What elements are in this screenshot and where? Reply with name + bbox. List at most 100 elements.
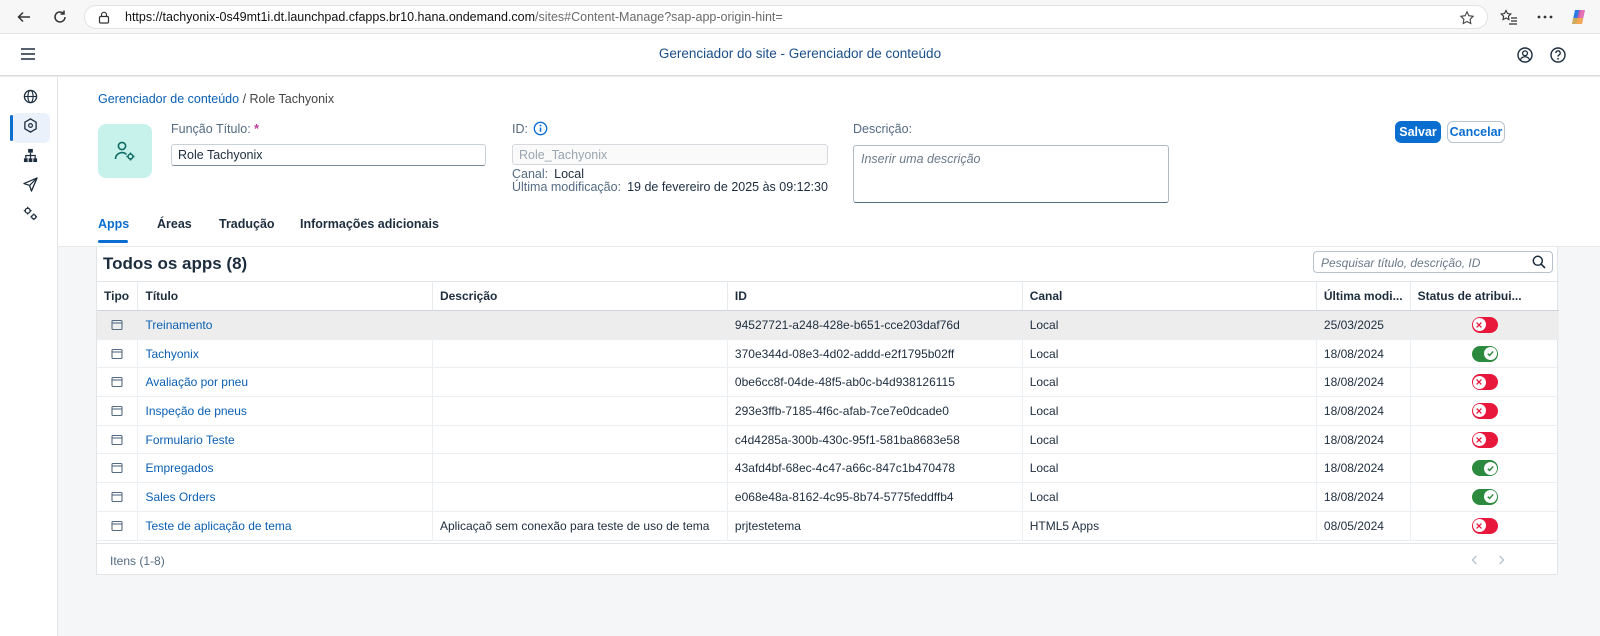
column-header-type[interactable]: Tipo xyxy=(97,281,139,311)
favorites-list-icon[interactable] xyxy=(1500,8,1518,26)
column-header-assignment-status[interactable]: Status de atribui... xyxy=(1410,281,1559,311)
type-cell xyxy=(97,396,139,426)
unassigned-toggle[interactable] xyxy=(1471,374,1498,391)
unassigned-toggle[interactable] xyxy=(1471,431,1498,448)
table-footer: Itens (1-8) xyxy=(97,543,1557,575)
search-input[interactable]: Pesquisar título, descrição, ID xyxy=(1313,251,1553,273)
next-page-icon[interactable] xyxy=(1494,553,1508,567)
tab-apps[interactable]: Apps xyxy=(98,217,129,231)
cross-icon xyxy=(1472,375,1486,389)
app-title-link[interactable]: Empregados xyxy=(137,453,433,484)
app-channel-cell: Local xyxy=(1022,453,1317,484)
title-input[interactable]: Role Tachyonix xyxy=(171,144,486,166)
app-tile-icon xyxy=(104,405,130,417)
assigned-toggle[interactable] xyxy=(1471,345,1498,362)
app-title-link[interactable]: Avaliação por pneu xyxy=(137,367,433,398)
app-channel-cell: Local xyxy=(1022,310,1317,340)
app-id-cell: 0be6cc8f-04de-48f5-ab0c-b4d938126115 xyxy=(727,367,1023,398)
app-description-cell: Aplicaçaõ sem conexão para teste de uso … xyxy=(432,511,728,541)
column-header-channel[interactable]: Canal xyxy=(1022,281,1317,311)
hierarchy-icon[interactable] xyxy=(22,147,38,163)
app-id-cell: 293e3ffb-7185-4f6c-afab-7ce7e0dcade0 xyxy=(727,396,1023,426)
app-channel-cell: Local xyxy=(1022,396,1317,426)
app-channel-cell: Local xyxy=(1022,339,1317,369)
type-cell xyxy=(97,482,139,512)
app-title-link[interactable]: Formulario Teste xyxy=(137,425,433,455)
column-header-last-modified[interactable]: Última modi... xyxy=(1316,281,1411,311)
assigned-toggle[interactable] xyxy=(1471,488,1498,505)
table-row[interactable]: Inspeção de pneus 293e3ffb-7185-4f6c-afab… xyxy=(97,396,1559,426)
table-row[interactable]: Tachyonix 370e344d-08e3-4d02-addd-e2f1795… xyxy=(97,339,1559,369)
globe-icon[interactable] xyxy=(22,88,38,104)
help-icon[interactable] xyxy=(1549,46,1567,64)
apps-table-panel: Todos os apps (8) Pesquisar título, desc… xyxy=(96,247,1559,575)
column-header-title[interactable]: Título xyxy=(137,281,433,311)
title-field-label: Função Título: * xyxy=(171,122,260,136)
tab-additional-info[interactable]: Informações adicionais xyxy=(300,217,439,231)
previous-page-icon[interactable] xyxy=(1468,553,1482,567)
reload-icon[interactable] xyxy=(50,7,70,27)
table-row[interactable]: Teste de aplicação de tema Aplicaçaõ sem … xyxy=(97,511,1559,541)
app-modified-cell: 18/08/2024 xyxy=(1316,339,1411,369)
app-title-link[interactable]: Teste de aplicação de tema xyxy=(137,511,433,541)
column-header-id[interactable]: ID xyxy=(727,281,1023,311)
info-icon[interactable] xyxy=(533,121,548,136)
column-header-description[interactable]: Descrição xyxy=(432,281,728,311)
app-id-cell: prjtestetema xyxy=(727,511,1023,541)
content-manager-icon[interactable] xyxy=(22,117,38,133)
address-bar[interactable]: https://tachyonix-0s49mt1i.dt.launchpad.… xyxy=(84,5,1488,29)
unassigned-toggle[interactable] xyxy=(1471,402,1498,419)
unassigned-toggle[interactable] xyxy=(1471,316,1498,333)
assignment-status-cell xyxy=(1410,367,1559,398)
back-arrow-icon[interactable] xyxy=(14,7,34,27)
table-row[interactable]: Avaliação por pneu 0be6cc8f-04de-48f5-ab0… xyxy=(97,367,1559,398)
table-header-row: Tipo Título Descrição ID Canal Última mo… xyxy=(97,281,1559,311)
table-row[interactable]: Formulario Teste c4d4285a-300b-430c-95f1-… xyxy=(97,425,1559,455)
app-description-cell xyxy=(432,482,728,512)
app-id-cell: e068e48a-8162-4c95-8b74-5775feddffb4 xyxy=(727,482,1023,512)
app-title-link[interactable]: Inspeção de pneus xyxy=(137,396,433,426)
app-title-link[interactable]: Sales Orders xyxy=(137,482,433,512)
app-modified-cell: 18/08/2024 xyxy=(1316,482,1411,512)
required-marker: * xyxy=(254,122,260,136)
more-options-icon[interactable] xyxy=(1536,8,1554,26)
tab-areas[interactable]: Áreas xyxy=(157,217,192,231)
copilot-icon[interactable] xyxy=(1570,8,1588,26)
send-icon[interactable] xyxy=(22,176,38,192)
checkmark-icon xyxy=(1483,347,1497,361)
app-modified-cell: 18/08/2024 xyxy=(1316,367,1411,398)
assigned-toggle[interactable] xyxy=(1471,460,1498,477)
checkmark-icon xyxy=(1483,461,1497,475)
app-title-link[interactable]: Tachyonix xyxy=(137,339,433,369)
table-row[interactable]: Treinamento 94527721-a248-428e-b651-cce20… xyxy=(97,310,1559,340)
channel-value: Local xyxy=(554,167,585,181)
breadcrumb-current: Role Tachyonix xyxy=(249,92,335,106)
app-channel-cell: Local xyxy=(1022,482,1317,512)
id-field-label: ID: xyxy=(512,122,528,136)
assignment-status-cell xyxy=(1410,482,1559,512)
app-description-cell xyxy=(432,425,728,455)
site-info-icon[interactable] xyxy=(97,10,111,24)
browser-toolbar: https://tachyonix-0s49mt1i.dt.launchpad.… xyxy=(0,0,1600,34)
favorite-star-icon[interactable] xyxy=(1459,10,1475,29)
app-title-link[interactable]: Treinamento xyxy=(137,310,433,340)
user-profile-icon[interactable] xyxy=(1516,46,1534,64)
object-header: Gerenciador de conteúdo / Role Tachyonix… xyxy=(58,77,1600,247)
tab-translation[interactable]: Tradução xyxy=(219,217,275,231)
breadcrumb-link-content-manager[interactable]: Gerenciador de conteúdo xyxy=(98,92,239,106)
description-textarea[interactable]: Inserir uma descrição xyxy=(853,145,1169,203)
role-avatar xyxy=(98,124,152,178)
unassigned-toggle[interactable] xyxy=(1471,517,1498,534)
cancel-button[interactable]: Cancelar xyxy=(1447,121,1505,143)
table-row[interactable]: Sales Orders e068e48a-8162-4c95-8b74-5775… xyxy=(97,482,1559,512)
app-tile-icon xyxy=(104,520,130,532)
save-button[interactable]: Salvar xyxy=(1395,121,1441,143)
breadcrumb-separator: / xyxy=(242,92,247,106)
settings-gears-icon[interactable] xyxy=(22,205,38,221)
type-cell xyxy=(97,511,139,541)
table-row[interactable]: Empregados 43afd4bf-68ec-4c47-a66c-847c1b… xyxy=(97,453,1559,484)
breadcrumb: Gerenciador de conteúdo / Role Tachyonix xyxy=(98,92,334,106)
channel-info: Canal: Local xyxy=(512,167,585,181)
search-icon[interactable] xyxy=(1532,255,1546,272)
app-description-cell xyxy=(432,367,728,398)
